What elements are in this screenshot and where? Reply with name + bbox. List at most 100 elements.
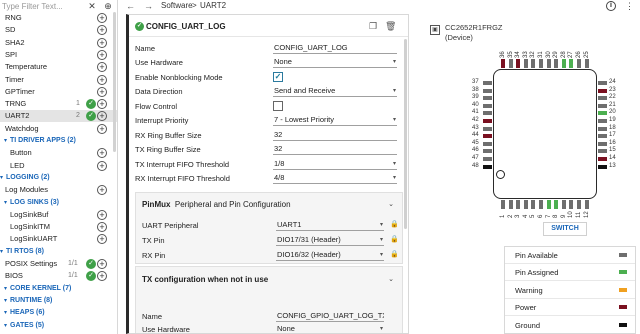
chip-pin[interactable] [598, 81, 607, 85]
chip-pin[interactable] [598, 134, 607, 139]
field-input[interactable]: CONFIG_GPIO_UART_LOG_TX [276, 311, 384, 322]
sidebar-item[interactable]: LogSinkBuf + [0, 209, 117, 221]
add-instance-icon[interactable]: + [97, 62, 107, 73]
chevron-down-icon[interactable]: ▾ [0, 172, 3, 184]
chevron-down-icon[interactable]: ▾ [0, 246, 3, 258]
chevron-down-icon[interactable]: ▾ [4, 135, 7, 147]
sidebar-category[interactable]: ▾ TI DRIVER APPS (2) [0, 135, 117, 147]
sidebar-item[interactable]: LogSinkUART + [0, 233, 117, 245]
sidebar-item[interactable]: Temperature + [0, 61, 117, 73]
chip-pin[interactable] [483, 111, 492, 116]
chip-pin[interactable] [598, 126, 607, 131]
field-select[interactable]: DIO16/32 (Header) ▾ [276, 250, 384, 261]
chip-pin[interactable] [483, 88, 492, 93]
clear-filter-icon[interactable]: ✕ [87, 0, 97, 12]
field-select[interactable]: DIO17/31 (Header) ▾ [276, 235, 384, 246]
chip-pin[interactable] [539, 200, 543, 209]
add-instance-icon[interactable]: + [97, 222, 107, 233]
chip-pin[interactable] [561, 200, 566, 209]
field-input[interactable]: 32 [273, 130, 397, 141]
filter-input[interactable] [2, 1, 72, 11]
chip-pin[interactable] [483, 103, 492, 108]
chip-pin[interactable] [483, 157, 492, 161]
field-checkbox[interactable]: ✓ [273, 72, 283, 82]
chip-pin[interactable] [483, 96, 492, 101]
chip-pin[interactable] [501, 200, 505, 209]
chevron-down-icon[interactable]: ▾ [4, 197, 7, 209]
chip-pin[interactable] [577, 59, 581, 68]
sidebar-item[interactable]: SD + [0, 24, 117, 36]
lock-icon[interactable]: 🔒 [390, 235, 399, 243]
add-instance-icon[interactable]: + [97, 99, 107, 110]
sidebar-item[interactable]: Log Modules + [0, 184, 117, 196]
add-instance-icon[interactable]: + [97, 13, 107, 23]
lock-icon[interactable]: 🔒 [390, 250, 399, 258]
add-instance-icon[interactable]: + [97, 148, 107, 159]
field-select[interactable]: Send and Receive ▾ [273, 86, 397, 97]
pinmux-heading[interactable]: PinMux Peripheral and Pin Configuration [142, 200, 291, 210]
sidebar-item[interactable]: SPI + [0, 49, 117, 61]
breadcrumb-software[interactable]: Software [161, 0, 193, 12]
sidebar-item[interactable]: GPTimer + [0, 86, 117, 98]
chevron-down-icon[interactable]: ▾ [4, 295, 7, 307]
chip-pin[interactable] [569, 200, 574, 209]
sidebar-category[interactable]: ▾ TI RTOS (8) [0, 246, 117, 258]
chip-pin[interactable] [569, 59, 574, 68]
more-options-icon[interactable]: ⋮ [625, 0, 634, 12]
switch-button[interactable]: SWITCH [543, 222, 587, 236]
chip-pin[interactable] [598, 96, 607, 101]
sidebar-item[interactable]: LogSinkITM + [0, 221, 117, 233]
chip-pin[interactable] [508, 200, 513, 209]
chevron-down-icon[interactable]: ▾ [4, 283, 7, 295]
sidebar-category[interactable]: ▾ LOG SINKS (3) [0, 197, 117, 209]
add-module-icon[interactable]: ⊕ [103, 0, 113, 12]
sidebar-category[interactable]: ▾ GATES (5) [0, 320, 117, 332]
sidebar-category[interactable]: ▾ HEAPS (6) [0, 307, 117, 319]
chip-pin[interactable] [598, 119, 607, 123]
chip-pin[interactable] [501, 59, 505, 68]
chevron-down-icon[interactable]: ▾ [4, 307, 7, 319]
sidebar-item[interactable]: BIOS 1/1 ✓ + [0, 270, 117, 282]
field-select[interactable]: None ▾ [276, 324, 384, 333]
sidebar-item[interactable]: SHA2 + [0, 37, 117, 49]
tx-config-heading[interactable]: TX configuration when not in use [142, 275, 268, 285]
config-scrollbar[interactable] [404, 39, 407, 229]
add-instance-icon[interactable]: + [97, 234, 107, 245]
sidebar-scrollbar[interactable] [113, 12, 116, 152]
forward-arrow-icon[interactable]: → [144, 0, 153, 12]
chip-pin[interactable] [539, 59, 543, 68]
sidebar-item[interactable]: POSIX Settings 1/1 ✓ + [0, 258, 117, 270]
sidebar-item[interactable]: TRNG 1 ✓ + [0, 98, 117, 110]
chip-pin[interactable] [531, 200, 536, 209]
chip-pin[interactable] [508, 59, 513, 68]
dropdown-caret-icon[interactable]: ▾ [380, 235, 383, 245]
add-instance-icon[interactable]: + [97, 25, 107, 36]
sidebar-category[interactable]: ▾ RUNTIME (8) [0, 295, 117, 307]
dropdown-caret-icon[interactable]: ▾ [393, 57, 396, 67]
dropdown-caret-icon[interactable]: ▾ [393, 86, 396, 96]
sidebar-item[interactable]: UART2 2 ✓ + [0, 110, 117, 123]
chevron-down-icon[interactable]: ⌄ [388, 275, 394, 283]
field-select[interactable]: UART1 ▾ [276, 220, 384, 231]
sidebar-item[interactable]: Watchdog + [0, 123, 117, 135]
dropdown-caret-icon[interactable]: ▾ [380, 250, 383, 260]
chip-pin[interactable] [531, 59, 536, 68]
chip-pin[interactable] [598, 157, 607, 161]
sidebar-item[interactable]: RNG + [0, 12, 117, 24]
sidebar-item[interactable]: Timer + [0, 74, 117, 86]
dropdown-caret-icon[interactable]: ▾ [393, 159, 396, 169]
chip-pin[interactable] [483, 81, 492, 85]
add-instance-icon[interactable]: + [97, 271, 107, 282]
field-select[interactable]: 7 - Lowest Priority ▾ [273, 115, 397, 126]
field-input[interactable]: CONFIG_UART_LOG [273, 43, 397, 54]
chip-pin[interactable] [483, 141, 492, 146]
chip-pin[interactable] [577, 200, 581, 209]
chip-pin[interactable] [561, 59, 566, 68]
chip-pin[interactable] [546, 200, 551, 209]
back-arrow-icon[interactable]: ← [126, 0, 135, 12]
chip-pin[interactable] [598, 88, 607, 93]
chip-pin[interactable] [598, 149, 607, 154]
sidebar-item[interactable]: Button + [0, 147, 117, 159]
copy-icon[interactable]: ❐ [369, 21, 377, 32]
add-instance-icon[interactable]: + [97, 49, 107, 60]
